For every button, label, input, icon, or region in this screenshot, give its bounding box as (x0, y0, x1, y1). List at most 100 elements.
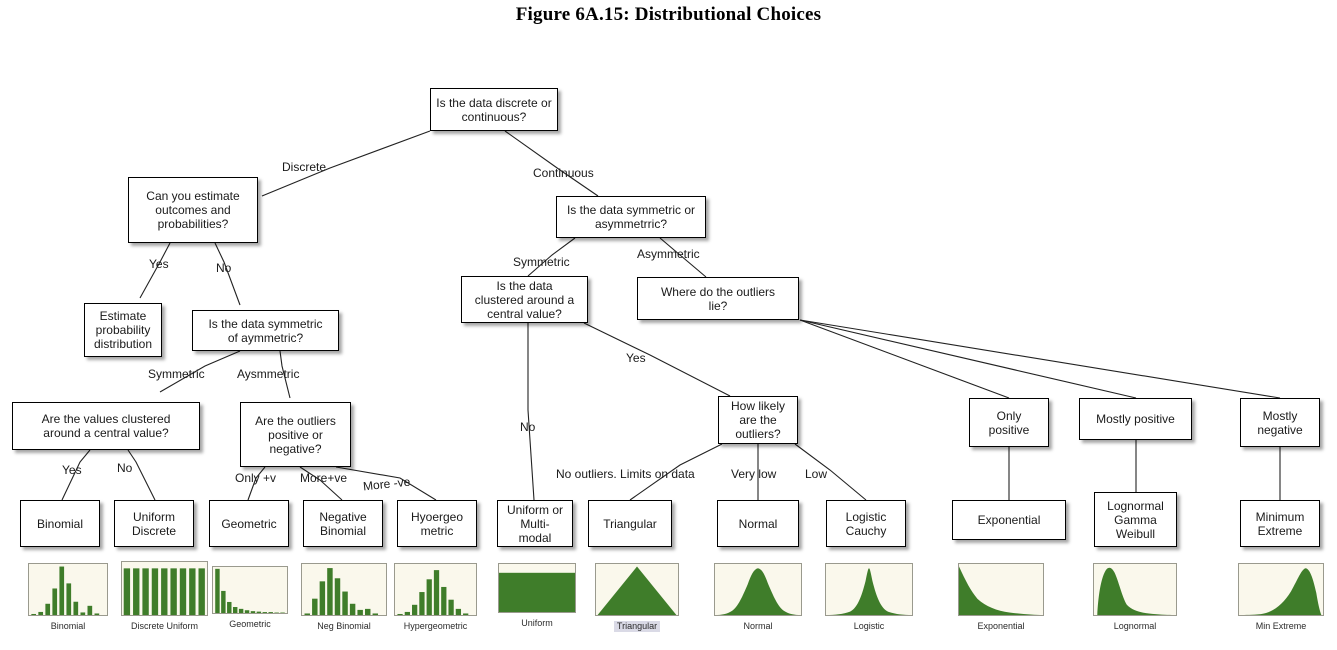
node-label: Normal (738, 516, 778, 531)
thumbnail-label: Exponential (977, 621, 1025, 631)
thumbnail-label: Neg Binomial (317, 621, 371, 631)
node-hypergeometric[interactable]: Hyoergeo metric (397, 500, 477, 547)
thumbnail-plot (714, 563, 802, 616)
logistic-area (826, 568, 912, 615)
thumbnail-plot (1093, 563, 1177, 616)
thumbnail-plot (958, 563, 1044, 616)
edge-label-no-outliers-limits: No outliers. Limits on data (556, 467, 695, 481)
thumbnail-label: Min Extreme (1255, 621, 1307, 631)
edge-label-yes-clustered-discrete: Yes (62, 463, 82, 477)
thumbnail-label: Logistic (853, 621, 885, 631)
node-where-do-outliers-lie[interactable]: Where do the outliers lie? (637, 277, 799, 320)
node-label: Is the data discrete or continuous? (436, 95, 552, 124)
node-triangular[interactable]: Triangular (588, 500, 672, 547)
thumbnail-plot (498, 563, 576, 613)
node-how-likely-are-the-outliers[interactable]: How likely are the outliers? (718, 396, 798, 444)
thumbnail-uniform: Uniform (498, 563, 576, 631)
thumbnail-plot (121, 561, 208, 616)
node-lognormal-gamma-weibull[interactable]: Lognormal Gamma Weibull (1094, 492, 1177, 547)
node-label: Are the values clustered around a centra… (41, 412, 171, 440)
node-label: Exponential (977, 513, 1041, 527)
node-label: Logistic Cauchy (845, 509, 887, 538)
thumbnail-hypergeometric: Hypergeometric (394, 563, 477, 634)
node-mostly-positive[interactable]: Mostly positive (1079, 398, 1192, 440)
hypergeometric-bars (397, 570, 469, 615)
uniform-area (499, 572, 575, 612)
node-label: Mostly positive (1096, 412, 1175, 426)
node-label: Where do the outliers lie? (660, 284, 776, 313)
thumbnail-label: Geometric (229, 619, 271, 629)
node-label: Can you estimate outcomes and probabilit… (146, 189, 240, 231)
node-label: Is the data clustered around a central v… (474, 278, 575, 321)
node-discrete-symmetric-or-asymmetric[interactable]: Is the data symmetric of aymmetric? (192, 310, 339, 351)
node-exponential[interactable]: Exponential (952, 500, 1066, 540)
node-label: Binomial (36, 516, 84, 531)
node-label: Mostly negative (1257, 408, 1303, 437)
node-continuous-symmetric-or-asymmetric[interactable]: Is the data symmetric or asymmetrric? (556, 196, 706, 238)
node-label: Uniform or Multi- modal (506, 502, 563, 545)
node-discrete-values-clustered[interactable]: Are the values clustered around a centra… (12, 402, 200, 450)
decision-tree-diagram: Is the data discrete or continuous? Can … (0, 0, 1337, 650)
neg-binomial-bars (304, 568, 379, 615)
edge-label-only-plus-v: Only +v (235, 471, 277, 485)
node-discrete-outliers-positive-or-negative[interactable]: Are the outliers positive or negative? (240, 402, 351, 467)
node-uniform-discrete[interactable]: Uniform Discrete (114, 500, 194, 547)
node-geometric[interactable]: Geometric (209, 500, 289, 547)
edge-label-yes-clustered-continuous: Yes (626, 351, 646, 365)
thumbnail-label: Uniform (521, 618, 553, 628)
node-label: How likely are the outliers? (730, 399, 785, 441)
node-symmetric-clustered-central-value[interactable]: Is the data clustered around a central v… (461, 276, 588, 323)
thumbnail-exponential: Exponential (958, 563, 1044, 634)
thumbnail-label: Lognormal (1113, 621, 1157, 631)
thumbnail-plot (595, 563, 679, 616)
node-can-you-estimate[interactable]: Can you estimate outcomes and probabilit… (128, 177, 258, 243)
node-mostly-negative[interactable]: Mostly negative (1240, 398, 1320, 447)
min-extreme-area (1239, 568, 1322, 615)
node-label: Geometric (221, 516, 277, 531)
node-uniform-or-multimodal[interactable]: Uniform or Multi- modal (497, 500, 573, 547)
node-minimum-extreme[interactable]: Minimum Extreme (1240, 500, 1320, 547)
thumbnail-label: Triangular (613, 621, 661, 632)
thumbnail-plot (825, 563, 913, 616)
thumbnail-plot (394, 563, 477, 616)
thumbnail-plot (301, 563, 387, 616)
edge-label-more-plus-ve: More+ve (300, 471, 348, 485)
thumbnail-label: Binomial (50, 621, 86, 631)
thumbnail-label: Hypergeometric (403, 621, 468, 631)
thumbnail-lognormal: Lognormal (1093, 563, 1177, 634)
lognormal-area (1097, 567, 1176, 615)
node-label: Is the data symmetric or asymmetrric? (566, 203, 696, 231)
triangular-area (597, 566, 677, 615)
edge-label-symmetric-discrete: Symmetric (148, 367, 205, 381)
thumbnail-plot (28, 563, 108, 616)
edge-label-very-low: Very low (731, 467, 777, 481)
node-label: Negative Binomial (319, 509, 367, 538)
edge-label-asymmetric-continuous: Asymmetric (637, 247, 700, 261)
node-only-positive[interactable]: Only positive (969, 398, 1049, 447)
thumbnail-label: Discrete Uniform (130, 621, 198, 631)
exponential-area (959, 566, 1043, 615)
node-normal[interactable]: Normal (717, 500, 799, 547)
edge-label-aysmmetric-discrete: Aysmmetric (237, 367, 300, 381)
node-root-discrete-or-continuous[interactable]: Is the data discrete or continuous? (430, 88, 558, 131)
thumbnail-plot (1238, 563, 1324, 616)
thumbnail-neg-binomial: Neg Binomial (301, 563, 387, 634)
thumbnail-discrete-uniform: Discrete Uniform (121, 561, 208, 634)
normal-area (715, 568, 801, 615)
node-logistic-cauchy[interactable]: Logistic Cauchy (826, 500, 906, 547)
node-label: Triangular (603, 516, 657, 531)
thumbnail-min-extreme: Min Extreme (1238, 563, 1324, 634)
edge-label-no-estimate: No (216, 261, 232, 275)
node-label: Lognormal Gamma Weibull (1107, 498, 1164, 541)
edge-label-symmetric-continuous: Symmetric (513, 255, 570, 269)
geometric-bars (215, 568, 285, 613)
node-label: Is the data symmetric of aymmetric? (208, 316, 323, 345)
node-binomial[interactable]: Binomial (20, 500, 100, 547)
edge-label-low: Low (805, 467, 828, 481)
node-label: Are the outliers positive or negative? (255, 413, 336, 456)
node-label: Estimate probability distribution (93, 309, 153, 351)
binomial-bars (31, 566, 100, 615)
node-estimate-probability-distribution[interactable]: Estimate probability distribution (84, 303, 162, 357)
thumbnail-binomial: Binomial (28, 563, 108, 634)
node-negative-binomial[interactable]: Negative Binomial (303, 500, 383, 547)
